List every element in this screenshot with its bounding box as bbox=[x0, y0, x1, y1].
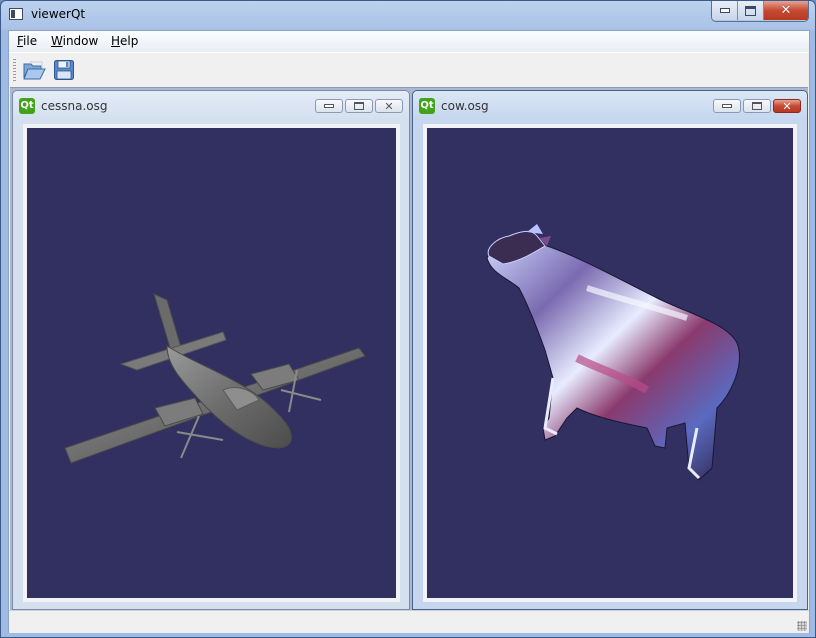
subwindow-maximize-button[interactable] bbox=[743, 99, 771, 113]
subwindow-title-bar[interactable]: Qt cow.osg ✕ bbox=[413, 91, 807, 119]
menu-help-mnemonic: H bbox=[111, 34, 121, 48]
mdi-area: Qt cessna.osg ✕ Qt cow.osg ✕ bbox=[10, 87, 808, 610]
menu-window[interactable]: Window bbox=[51, 34, 98, 48]
subwindow-caption-buttons: ✕ bbox=[315, 99, 403, 113]
minimize-button[interactable] bbox=[712, 1, 738, 20]
menu-file-label: ile bbox=[23, 34, 38, 48]
subwindow-minimize-button[interactable] bbox=[315, 99, 343, 113]
size-grip[interactable] bbox=[797, 621, 807, 631]
status-bar bbox=[9, 610, 809, 633]
close-icon: ✕ bbox=[384, 99, 394, 113]
menu-window-mnemonic: W bbox=[51, 34, 63, 48]
subwindow-title: cow.osg bbox=[441, 99, 489, 113]
subwindow-maximize-button[interactable] bbox=[345, 99, 373, 113]
maximize-icon bbox=[745, 5, 756, 16]
qt-logo-icon: Qt bbox=[419, 98, 435, 114]
client-area: File Window Help Qt cessna.osg ✕ Qt cow.… bbox=[8, 30, 810, 633]
toolbar bbox=[9, 52, 809, 87]
save-button[interactable] bbox=[51, 57, 77, 83]
minimize-icon bbox=[722, 104, 732, 108]
cessna-model bbox=[64, 293, 366, 464]
restore-icon bbox=[354, 102, 364, 110]
menu-bar: File Window Help bbox=[9, 31, 809, 52]
subwindow-caption-buttons: ✕ bbox=[713, 99, 801, 113]
restore-icon bbox=[752, 102, 762, 110]
caption-buttons: ✕ bbox=[711, 1, 809, 22]
maximize-button[interactable] bbox=[738, 1, 764, 20]
title-bar[interactable]: viewerQt ✕ bbox=[1, 1, 815, 29]
open-button[interactable] bbox=[21, 57, 47, 83]
toolbar-grip[interactable] bbox=[13, 59, 16, 81]
menu-help[interactable]: Help bbox=[111, 34, 138, 48]
menu-window-label: indow bbox=[62, 34, 99, 48]
main-window: viewerQt ✕ File Window Help Qt cessna.os… bbox=[0, 0, 816, 638]
minimize-icon bbox=[324, 104, 334, 108]
menu-help-label: elp bbox=[120, 34, 139, 48]
app-icon[interactable] bbox=[9, 8, 23, 20]
menu-file[interactable]: File bbox=[17, 34, 37, 48]
subwindow-cessna[interactable]: Qt cessna.osg ✕ bbox=[12, 90, 410, 610]
minimize-icon bbox=[719, 8, 730, 13]
subwindow-close-button[interactable]: ✕ bbox=[773, 99, 801, 113]
subwindow-title-bar[interactable]: Qt cessna.osg ✕ bbox=[13, 91, 409, 119]
folder-open-icon bbox=[23, 61, 46, 80]
osg-viewport-cow[interactable] bbox=[423, 124, 797, 602]
subwindow-title: cessna.osg bbox=[41, 99, 108, 113]
close-icon: ✕ bbox=[782, 99, 792, 113]
subwindow-cow[interactable]: Qt cow.osg ✕ bbox=[412, 90, 808, 610]
subwindow-close-button[interactable]: ✕ bbox=[375, 99, 403, 113]
osg-viewport-cessna[interactable] bbox=[23, 124, 400, 602]
floppy-disk-icon bbox=[54, 60, 74, 80]
window-title: viewerQt bbox=[31, 7, 86, 21]
qt-logo-icon: Qt bbox=[19, 98, 35, 114]
close-button[interactable]: ✕ bbox=[764, 1, 808, 20]
cow-model bbox=[486, 224, 740, 481]
close-icon: ✕ bbox=[780, 3, 792, 18]
subwindow-minimize-button[interactable] bbox=[713, 99, 741, 113]
